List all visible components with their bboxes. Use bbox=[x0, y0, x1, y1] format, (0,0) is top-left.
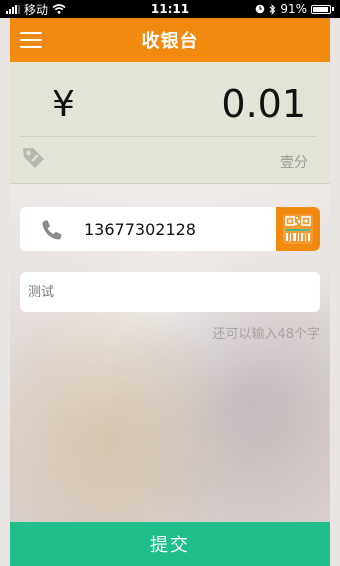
amount-divider bbox=[20, 136, 316, 137]
page-title: 收银台 bbox=[141, 31, 199, 52]
phone-input[interactable] bbox=[84, 207, 274, 251]
tag-icon bbox=[23, 148, 44, 168]
phone-field bbox=[20, 207, 320, 251]
note-input[interactable] bbox=[28, 272, 312, 312]
battery-percent: 91% bbox=[280, 2, 307, 16]
char-count-hint: 还可以输入48个字 bbox=[212, 327, 320, 342]
note-field bbox=[20, 272, 320, 312]
menu-icon[interactable] bbox=[20, 32, 42, 48]
phone-icon bbox=[42, 220, 62, 240]
currency-symbol: ¥ bbox=[52, 84, 75, 125]
battery-cap bbox=[332, 7, 334, 11]
clock-icon bbox=[256, 4, 265, 14]
status-left: 移动 bbox=[6, 1, 66, 18]
scan-button[interactable] bbox=[276, 207, 320, 251]
amount-in-words: 壹分 bbox=[280, 155, 308, 171]
signal-icon bbox=[6, 4, 20, 14]
status-bar: 移动 11:11 91% bbox=[0, 0, 340, 18]
qr-code-icon bbox=[283, 214, 313, 244]
amount-value: 0.01 bbox=[221, 82, 306, 126]
amount-panel: ¥ 0.01 壹分 bbox=[10, 62, 330, 184]
bluetooth-icon bbox=[269, 3, 276, 15]
wifi-icon bbox=[52, 4, 66, 14]
carrier-name: 移动 bbox=[24, 2, 49, 17]
submit-button[interactable]: 提交 bbox=[10, 522, 330, 566]
nav-bar: 收银台 bbox=[10, 18, 330, 62]
status-right: 91% bbox=[255, 2, 334, 16]
battery-icon bbox=[311, 4, 331, 14]
